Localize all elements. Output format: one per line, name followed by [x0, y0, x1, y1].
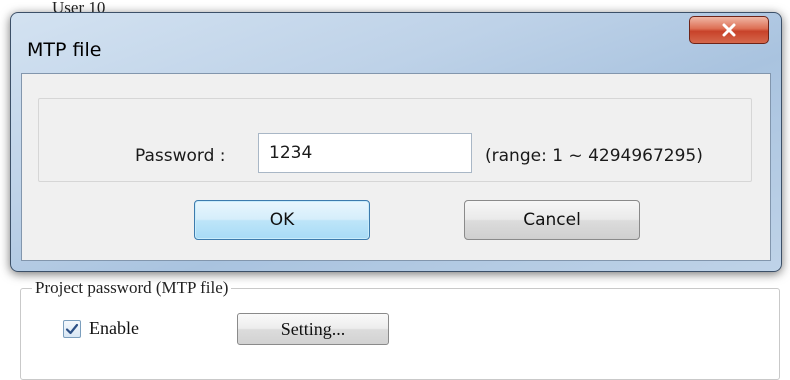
password-label: Password :	[135, 146, 226, 166]
setting-button[interactable]: Setting...	[237, 313, 389, 345]
password-input[interactable]: 1234	[258, 133, 472, 173]
enable-label: Enable	[89, 318, 139, 338]
password-group: Password : 1234 (range: 1 ~ 4294967295)	[38, 98, 752, 182]
close-button[interactable]	[689, 16, 769, 44]
enable-checkbox[interactable]	[63, 319, 81, 338]
close-x-icon	[722, 23, 736, 37]
project-password-legend: Project password (MTP file)	[32, 278, 232, 298]
password-range-hint: (range: 1 ~ 4294967295)	[485, 146, 703, 166]
cancel-button[interactable]: Cancel	[464, 200, 640, 240]
dialog-title: MTP file	[27, 39, 102, 61]
mtp-file-dialog: MTP file Password : 1234 (range: 1 ~ 429…	[10, 12, 782, 272]
enable-checkbox-row[interactable]: Enable	[63, 318, 139, 339]
dialog-client-area: Password : 1234 (range: 1 ~ 4294967295) …	[21, 73, 771, 261]
checkmark-icon	[65, 323, 79, 334]
ok-button[interactable]: OK	[194, 200, 370, 240]
